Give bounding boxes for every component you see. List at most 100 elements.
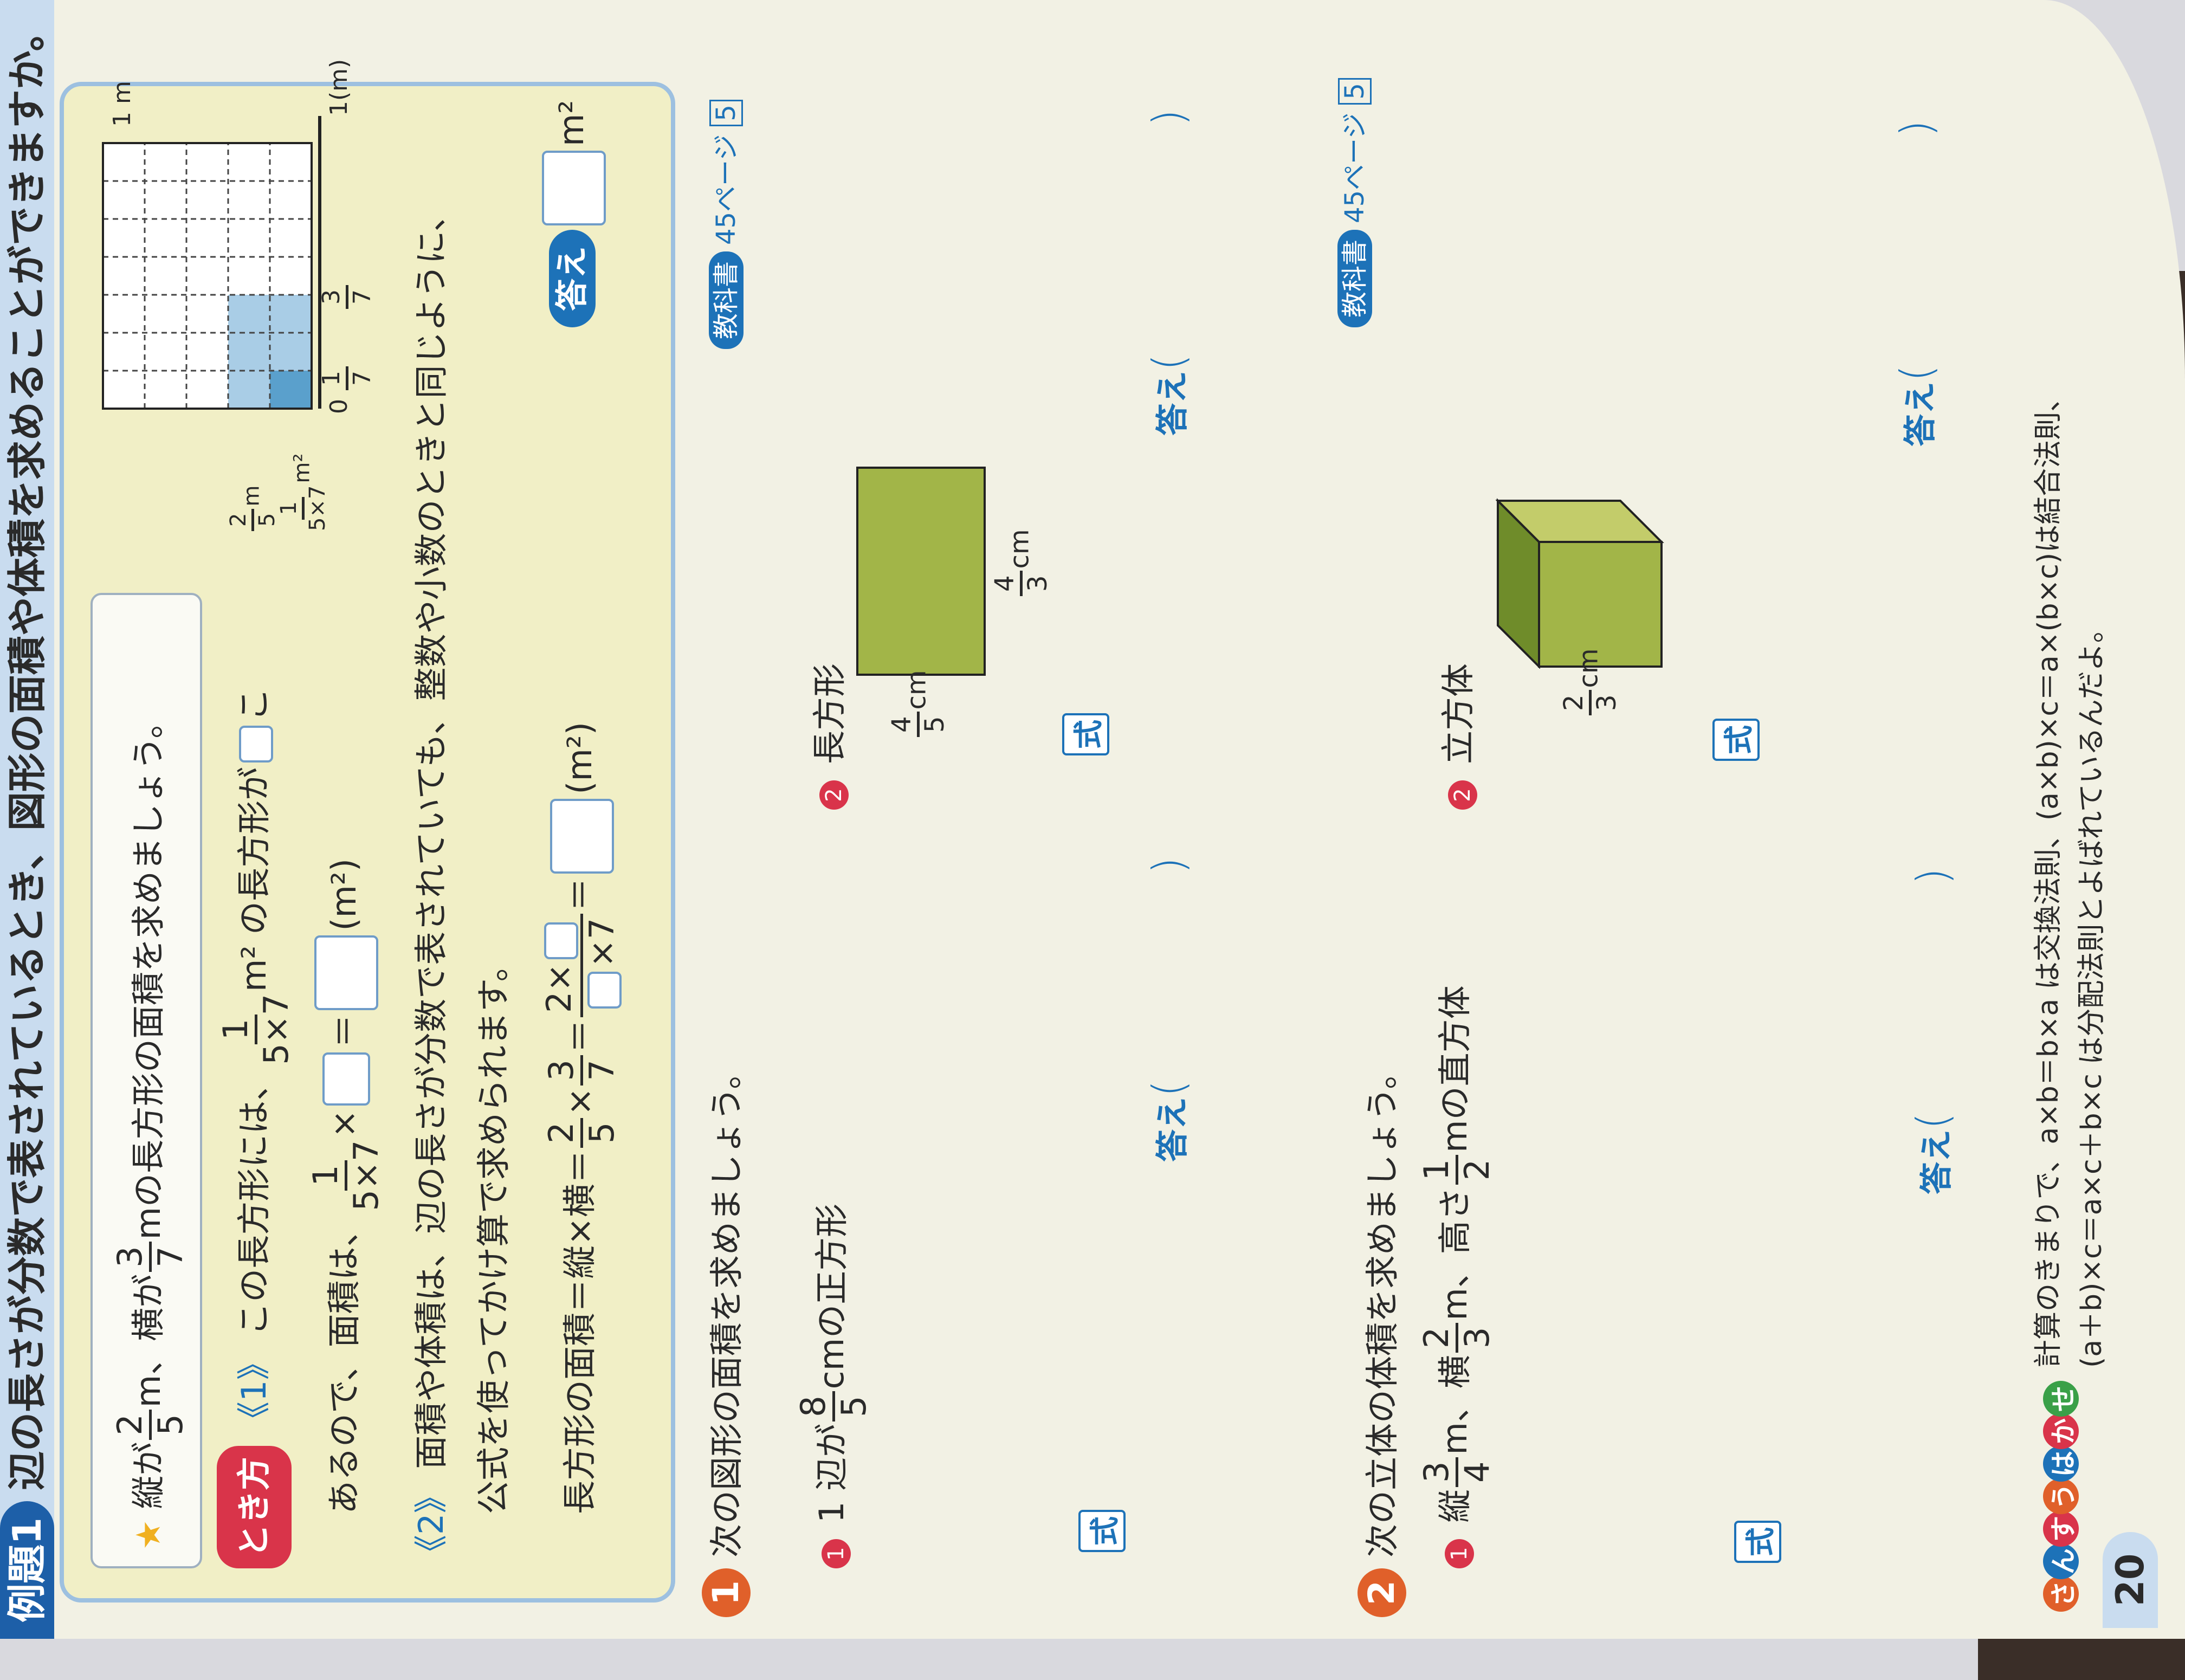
text-span: m²: [289, 453, 315, 483]
step1b-line: あるので、面積は、 1 5×7 ×＝(m²): [303, 858, 386, 1514]
text-span: 計算のきまりで、a×b＝b×a は交換法則、(a×b)×c＝a×(b×c)は結合…: [2032, 383, 2065, 1368]
fraction-denominator: 3: [1457, 1327, 1497, 1349]
grid-diagram: [102, 116, 321, 410]
textbook-ref: 教科書 45ページ 5: [704, 100, 744, 349]
fraction-denominator: 5: [582, 1122, 622, 1144]
text-span: 長方形の面積＝縦×横＝: [560, 1150, 599, 1514]
fraction: 37: [110, 1242, 191, 1272]
text-span: [270, 371, 312, 409]
fraction-denominator: 4: [1457, 1461, 1497, 1483]
answer-field[interactable]: 答え(): [1891, 120, 1942, 447]
text-span: か: [2043, 1413, 2079, 1449]
text-span: 2×: [539, 963, 579, 1013]
fraction: 25: [110, 1410, 190, 1440]
text-span: 2: [1448, 780, 1477, 810]
text-span: m² の長方形が: [234, 766, 274, 992]
workbook-page: 例題1 辺の長さが分数で表されているとき、図形の面積や体積を求めることができますか…: [0, 0, 2185, 1639]
fraction: 12: [1417, 1154, 1497, 1185]
text-span: う: [2043, 1478, 2079, 1514]
fraction-denominator: 5: [920, 716, 950, 733]
answer-blank[interactable]: [322, 1052, 370, 1106]
text-span: mの直方体: [1435, 985, 1475, 1153]
fraction-numerator: 1: [1417, 1154, 1459, 1185]
text-span: 縦: [1435, 1489, 1475, 1523]
text-span: ×7: [582, 917, 622, 968]
text-span: 37: [318, 283, 376, 311]
text-span: ＝: [560, 877, 599, 912]
fraction-numerator: 2: [541, 1117, 584, 1148]
text-span: 2: [1357, 1568, 1406, 1617]
answer-field[interactable]: 答え(): [1908, 868, 1958, 1194]
fraction-numerator: 3: [1417, 1457, 1459, 1487]
answer-field[interactable]: 答え(): [1143, 857, 1194, 1162]
step2-line: 《2》 面積や体積は、辺の長さが分数で表されていても、整数や小数のときと同じよう…: [404, 198, 452, 1568]
cube-shape: [1496, 498, 1664, 669]
answer-blank[interactable]: [314, 935, 378, 1010]
page-number: 20: [2103, 1532, 2158, 1628]
cube-side-label: 2 3 cm: [1559, 648, 1622, 718]
fraction-denominator: 7: [582, 1059, 622, 1081]
text-span: 長方形: [810, 663, 849, 764]
example-answer: 答え m²: [542, 100, 606, 327]
text-span: (: [1143, 353, 1194, 371]
text-span: m²: [552, 100, 592, 146]
fraction: 2× ×7: [539, 913, 622, 1018]
text-span: ): [1891, 120, 1942, 137]
fraction: 37: [541, 1055, 622, 1085]
sansuu-hakase-logo: さんすうはかせ: [2043, 1381, 2079, 1612]
formula-label: 式: [1062, 713, 1109, 755]
fraction: 43: [990, 571, 1053, 596]
formula-line: 長方形の面積＝縦×横＝ 2 5 × 3 7 ＝ 2× ×7 ＝(m²): [528, 722, 631, 1514]
fraction-numerator: 3: [541, 1055, 584, 1085]
text-span: す: [2043, 1511, 2079, 1547]
fraction-numerator: 2: [1417, 1322, 1459, 1353]
fraction-denominator: 5×7: [305, 485, 330, 531]
fraction: 23: [1559, 690, 1622, 715]
fraction-numerator: 3: [110, 1242, 152, 1272]
example-badge: 例題1: [0, 1501, 54, 1639]
text-span: 1: [701, 1568, 751, 1617]
fraction: 85: [793, 1391, 874, 1421]
fraction-numerator: 2: [110, 1410, 152, 1440]
text-span: 2: [819, 780, 849, 810]
question-box: ★ 縦が 2 5 m、横が 3 7 mの長方形の面積を求めましょう。: [90, 593, 202, 1568]
answer-blank[interactable]: [239, 725, 274, 763]
section2-item2: 2 立方体: [1431, 663, 1479, 810]
text-span: 17: [318, 364, 376, 392]
textbook-ref: 教科書 45ページ 5: [1333, 78, 1372, 327]
text-span: m: [239, 485, 264, 507]
answer-blank[interactable]: [550, 798, 614, 874]
text-span: 1: [822, 1539, 851, 1568]
fraction: 34: [1417, 1457, 1497, 1487]
text-span: m、横が: [128, 1274, 168, 1408]
fraction-denominator: ×7: [582, 917, 622, 1013]
text-span: (m²): [560, 722, 599, 794]
text-span: (: [1908, 1112, 1958, 1129]
fraction-denominator: 7: [151, 1246, 191, 1268]
answer-blank[interactable]: [587, 972, 622, 1009]
step2-line2: 公式を使ってかけ算で求められます。: [474, 948, 513, 1514]
fraction-denominator: 5: [834, 1395, 874, 1417]
text-span: 5: [709, 100, 743, 126]
fraction-numerator: 2: [226, 508, 254, 531]
text-span: cmの正方形: [812, 1203, 851, 1390]
method-badge: とき方: [217, 1445, 292, 1568]
text-span: 答え: [1154, 1097, 1192, 1162]
fraction-numerator: 1: [276, 497, 305, 520]
fraction: 45: [887, 712, 950, 737]
answer-blank[interactable]: [542, 151, 606, 225]
text-span: は: [2043, 1446, 2079, 1482]
text-span: cm: [1573, 648, 1604, 688]
fraction-numerator: 2×: [539, 913, 584, 1018]
fraction: 1 5×7: [216, 994, 296, 1065]
text-span: cm: [901, 670, 932, 710]
fraction: 1 5×7: [306, 1140, 386, 1211]
fraction-numerator: 4: [990, 571, 1023, 596]
answer-blank[interactable]: [544, 922, 579, 959]
fraction-denominator: 2: [1457, 1159, 1497, 1181]
text-span: (m²): [324, 858, 364, 931]
text-span: (a＋b)×c＝a×c＋b×c は分配法則とよばれているんだよ。: [2076, 615, 2108, 1368]
text-span: ん: [2043, 1543, 2079, 1579]
answer-field[interactable]: 答え(): [1143, 109, 1194, 436]
text-span: こ: [234, 687, 274, 721]
